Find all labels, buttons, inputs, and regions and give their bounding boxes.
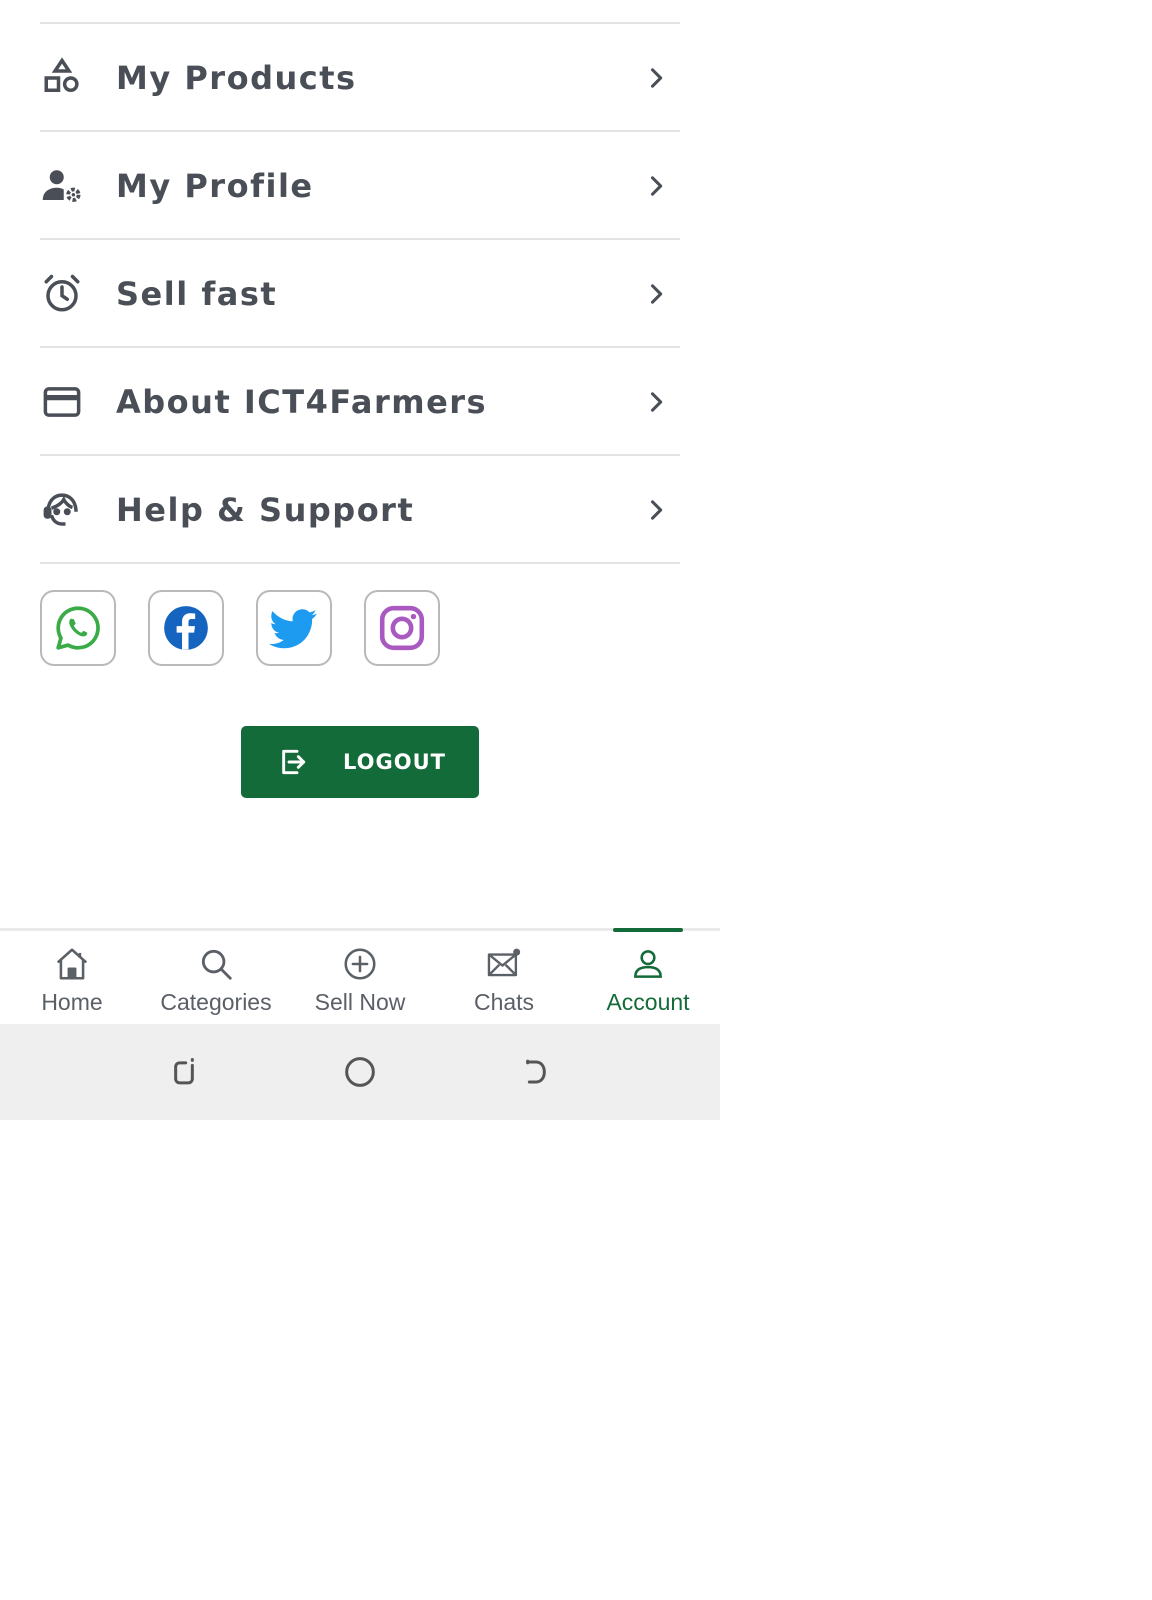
menu-item-sell-fast[interactable]: Sell fast: [40, 240, 680, 348]
logout-label: LOGOUT: [343, 750, 446, 774]
whatsapp-icon: [56, 606, 100, 650]
nav-label: Home: [41, 989, 103, 1015]
menu-item-my-products[interactable]: My Products: [40, 24, 680, 132]
chevron-right-icon: [642, 280, 670, 308]
chevron-right-icon: [642, 496, 670, 524]
chevron-right-icon: [642, 388, 670, 416]
nav-label: Categories: [160, 989, 272, 1015]
twitter-button[interactable]: [256, 590, 332, 666]
card-icon: [40, 380, 84, 424]
nav-tab-account[interactable]: Account: [576, 931, 720, 1027]
nav-tab-home[interactable]: Home: [0, 931, 144, 1027]
chevron-right-icon: [642, 172, 670, 200]
search-icon: [197, 945, 235, 983]
menu-item-help-support[interactable]: Help & Support: [40, 456, 680, 564]
logout-icon: [277, 746, 309, 778]
menu-item-label: About ICT4Farmers: [116, 383, 488, 421]
menu-item-label: Help & Support: [116, 491, 415, 529]
twitter-icon: [269, 609, 317, 649]
system-nav-bar: [0, 1024, 720, 1120]
menu-item-label: My Products: [116, 59, 357, 97]
mail-icon: [485, 945, 523, 983]
active-tab-indicator: [613, 928, 683, 932]
plus-circle-icon: [341, 945, 379, 983]
recent-apps-icon[interactable]: [164, 1052, 204, 1092]
support-agent-icon: [40, 488, 84, 532]
whatsapp-button[interactable]: [40, 590, 116, 666]
alarm-clock-icon: [40, 272, 84, 316]
facebook-button[interactable]: [148, 590, 224, 666]
facebook-icon: [164, 606, 208, 650]
menu-item-label: Sell fast: [116, 275, 278, 313]
menu-item-label: My Profile: [116, 167, 314, 205]
user-settings-icon: [40, 164, 84, 208]
home-circle-icon[interactable]: [340, 1052, 380, 1092]
menu-item-about[interactable]: About ICT4Farmers: [40, 348, 680, 456]
user-icon: [629, 945, 667, 983]
nav-label: Account: [606, 989, 690, 1015]
menu-item-my-profile[interactable]: My Profile: [40, 132, 680, 240]
instagram-icon: [379, 605, 425, 651]
nav-tab-chats[interactable]: Chats: [432, 931, 576, 1027]
instagram-button[interactable]: [364, 590, 440, 666]
logout-button[interactable]: LOGOUT: [241, 726, 479, 798]
bottom-nav: Home Categories Sell Now Chats Account: [0, 928, 720, 1024]
nav-tab-sell-now[interactable]: Sell Now: [288, 931, 432, 1027]
account-screen: My Products My Profile Sell fast About I…: [0, 0, 720, 1120]
nav-label: Chats: [473, 989, 535, 1015]
social-links: [40, 590, 440, 666]
home-icon: [53, 945, 91, 983]
chevron-right-icon: [642, 64, 670, 92]
back-icon[interactable]: [516, 1052, 556, 1092]
shapes-icon: [40, 56, 84, 100]
nav-label: Sell Now: [314, 989, 406, 1015]
nav-tab-categories[interactable]: Categories: [144, 931, 288, 1027]
